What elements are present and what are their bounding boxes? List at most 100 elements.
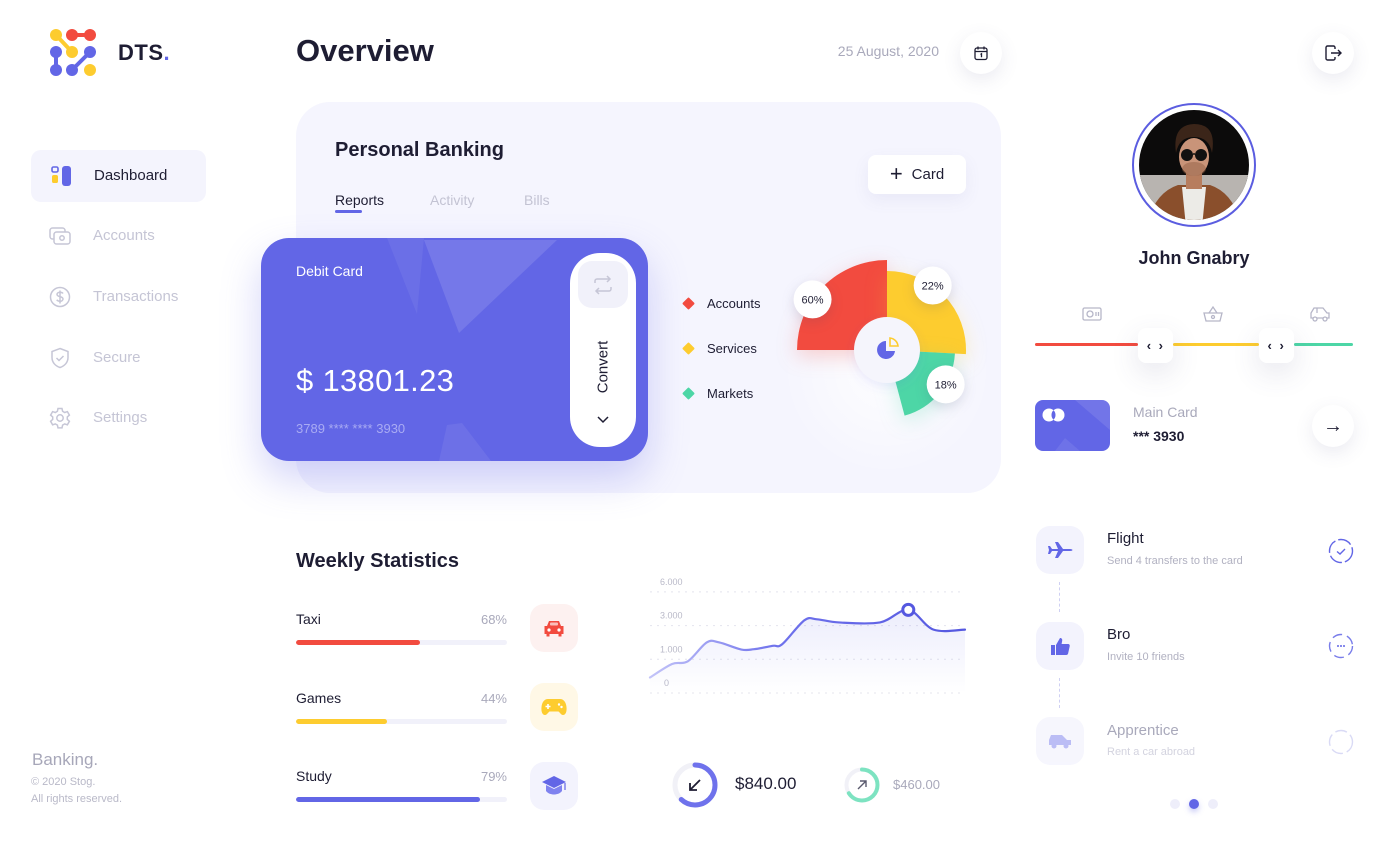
data-point: [933, 629, 935, 631]
page-dot[interactable]: [1208, 799, 1218, 809]
sidebar-item-transactions[interactable]: Transactions: [93, 289, 178, 304]
chart-data-label: 22%: [922, 281, 944, 293]
page-dot[interactable]: [1170, 799, 1180, 809]
convert-button[interactable]: Convert: [570, 253, 636, 447]
car-icon: [544, 621, 564, 637]
main-card-number: *** 3930: [1133, 428, 1185, 444]
page-dot[interactable]: [1189, 799, 1199, 809]
dashboard-icon: [48, 164, 72, 188]
stat-icon-box-games[interactable]: [530, 683, 578, 731]
logout-icon: [1325, 45, 1342, 61]
stat-label-study: Study: [296, 768, 332, 784]
brand-text: DTS: [118, 40, 164, 65]
arrow-down-left-icon: [689, 779, 701, 791]
card-number: 3789 **** **** 3930: [296, 421, 406, 436]
card-balance: $ 13801.23: [296, 363, 455, 398]
slider-segment-red: [1035, 343, 1139, 346]
legend-label-services: Services: [707, 341, 757, 356]
outgoing-summary[interactable]: [843, 766, 881, 804]
logout-button[interactable]: [1312, 32, 1354, 74]
task-subtitle: Send 4 transfers to the card: [1107, 555, 1243, 567]
data-point: [740, 649, 742, 651]
task-subtitle: Rent a car abroad: [1107, 746, 1196, 758]
task-title: Flight: [1107, 530, 1144, 547]
sidebar-item-secure[interactable]: Secure: [93, 350, 141, 365]
stat-value-study: 79%: [480, 769, 507, 784]
main-card-thumbnail[interactable]: [1035, 400, 1110, 451]
stat-label-taxi: Taxi: [296, 611, 321, 627]
slider-handle[interactable]: ‹ ›: [1138, 328, 1174, 363]
task-locked-icon[interactable]: [1328, 729, 1354, 755]
date-label: 25 August, 2020: [837, 43, 939, 59]
sidebar-item-label[interactable]: Dashboard: [94, 168, 167, 183]
data-point: [687, 660, 689, 662]
profile-name: John Gnabry: [1138, 248, 1250, 268]
gear-icon: [48, 406, 72, 430]
task-title: Bro: [1107, 626, 1131, 643]
task-icon-box-bro[interactable]: [1036, 622, 1084, 670]
data-point: [838, 621, 840, 623]
task-subtitle: Invite 10 friends: [1107, 651, 1185, 663]
convert-label: Convert: [594, 340, 612, 394]
sidebar-item-accounts[interactable]: Accounts: [93, 228, 155, 243]
cash-icon: [1082, 307, 1102, 321]
data-point: [753, 648, 755, 650]
stat-icon-box-taxi[interactable]: [530, 604, 578, 652]
stat-bar-study: [296, 797, 507, 802]
data-point: [964, 629, 966, 631]
stat-bar-taxi: [296, 640, 507, 645]
stat-label-games: Games: [296, 690, 342, 706]
data-point: [781, 643, 783, 645]
brand-logo[interactable]: [46, 26, 100, 80]
data-point: [879, 621, 881, 623]
slider-segment-green: [1294, 343, 1353, 346]
task-done-check-icon[interactable]: [1328, 538, 1354, 564]
logo-icon: [50, 29, 96, 76]
stat-bar-fill: [296, 719, 387, 724]
arrow-up-right-icon: [857, 780, 867, 790]
gamepad-icon: [541, 699, 567, 715]
data-point: [718, 641, 720, 643]
graduation-cap-icon: [542, 776, 566, 795]
stat-icon-box-study[interactable]: [530, 762, 578, 810]
main-card-arrow-button[interactable]: →: [1312, 405, 1354, 447]
task-icon-box-apprentice[interactable]: [1036, 717, 1084, 765]
stat-bar-fill: [296, 640, 421, 645]
convert-swap-button[interactable]: [578, 261, 628, 308]
debit-card[interactable]: Debit Card $ 13801.23 3789 **** **** 393…: [261, 238, 648, 461]
sidebar-item-settings[interactable]: Settings: [93, 410, 147, 425]
footer-rights: All rights reserved.: [31, 793, 123, 805]
tab-bills[interactable]: Bills: [524, 193, 550, 207]
weekly-statistics-title: Weekly Statistics: [296, 550, 460, 572]
task-title: Apprentice: [1107, 722, 1179, 739]
card-brand-icon: [1042, 400, 1110, 451]
plus-icon: +: [889, 160, 903, 186]
avatar[interactable]: [1132, 103, 1256, 227]
tab-reports[interactable]: Reports: [335, 193, 384, 207]
calendar-button[interactable]: [960, 32, 1002, 74]
add-card-button[interactable]: + Card: [868, 155, 966, 194]
data-point: [706, 641, 708, 643]
footer-title: Banking.: [32, 750, 99, 769]
chart-data-label: 18%: [935, 379, 957, 391]
calendar-icon: [974, 46, 988, 61]
data-point: [772, 645, 774, 647]
brand-name: DTS.: [118, 42, 170, 64]
incoming-summary[interactable]: [671, 761, 719, 809]
tab-activity[interactable]: Activity: [430, 193, 474, 207]
task-connector: [1059, 678, 1060, 708]
slider-handle[interactable]: ‹ ›: [1259, 328, 1295, 363]
slider-segment-yellow: [1173, 343, 1260, 346]
chart-data-label: 60%: [802, 294, 824, 306]
data-point: [816, 618, 818, 620]
page-title: Overview: [296, 33, 434, 68]
task-icon-box-flight[interactable]: [1036, 526, 1084, 574]
y-tick-label: 6.000: [660, 577, 683, 587]
distribution-chart: 60% 22% 18%: [782, 260, 992, 475]
legend-label-markets: Markets: [707, 386, 754, 401]
y-tick-label: 1.000: [660, 644, 683, 654]
stat-bar-fill: [296, 797, 480, 802]
task-pending-icon[interactable]: [1328, 633, 1354, 659]
data-point: [671, 663, 673, 665]
dollar-circle-icon: [48, 285, 72, 309]
